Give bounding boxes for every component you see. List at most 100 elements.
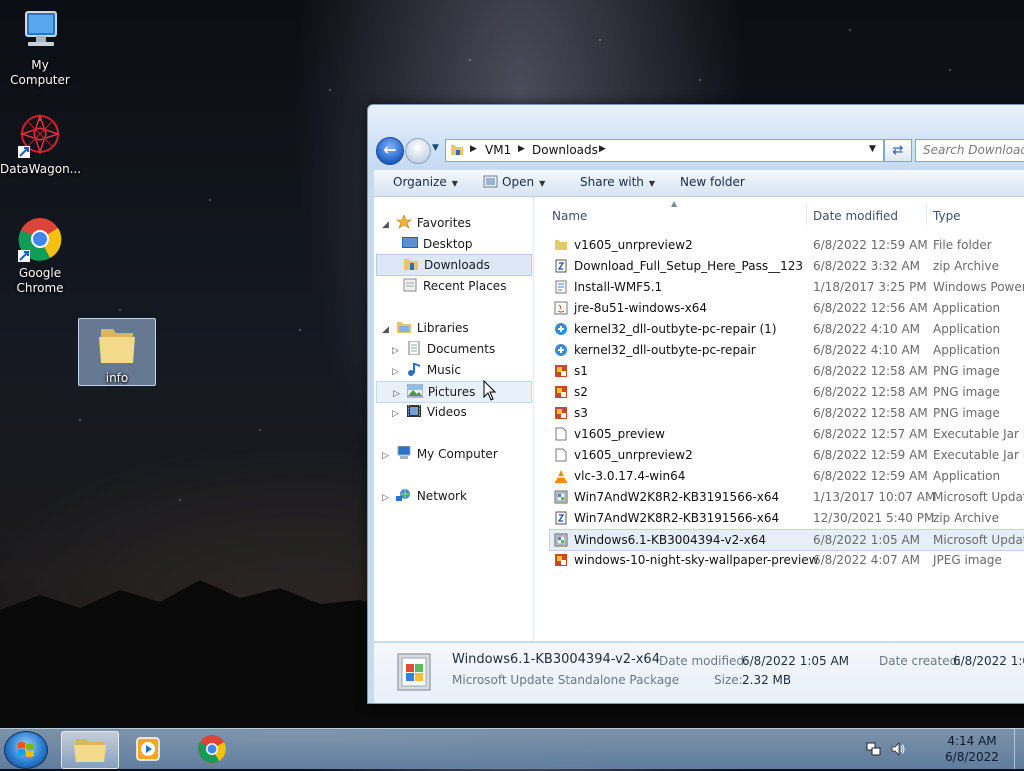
- column-header-date-modified[interactable]: Date modified: [813, 205, 923, 227]
- start-button[interactable]: [4, 731, 48, 769]
- file-type: zip Archive: [933, 259, 999, 273]
- nav-favorites[interactable]: ◢ Favorites: [382, 213, 471, 233]
- file-row[interactable]: s2 6/8/2022 12:58 AM PNG image: [550, 382, 1024, 402]
- file-date-modified: 1/13/2017 10:07 AM: [813, 490, 936, 504]
- expand-icon[interactable]: ▷: [382, 446, 392, 466]
- address-dropdown-icon[interactable]: ▼: [869, 144, 876, 154]
- file-type: zip Archive: [933, 511, 999, 525]
- desktop-icon-label-line2: Chrome: [16, 281, 64, 295]
- file-row[interactable]: vlc-3.0.17.4-win64 6/8/2022 12:59 AM Appli…: [550, 466, 1024, 486]
- file-row[interactable]: kernel32_dll-outbyte-pc-repair 6/8/2022 4…: [550, 340, 1024, 360]
- refresh-button[interactable]: ⇄: [884, 139, 912, 162]
- file-row[interactable]: v1605_unrpreview2 6/8/2022 12:59 AM Execut…: [550, 445, 1024, 465]
- folder-icon: [554, 238, 568, 252]
- file-row[interactable]: s3 6/8/2022 12:58 AM PNG image: [550, 403, 1024, 423]
- taskbar-media-player[interactable]: [121, 731, 177, 767]
- nav-desktop[interactable]: Desktop: [402, 234, 473, 254]
- file-name: v1605_unrpreview2: [574, 238, 693, 252]
- datawagon-logo-icon: [16, 112, 64, 160]
- zip-icon: [554, 259, 568, 273]
- nav-network[interactable]: ▷ Network: [382, 486, 467, 506]
- desktop-icon-info-folder[interactable]: info: [78, 318, 156, 386]
- address-bar[interactable]: ▶ VM1 ▶ Downloads ▶ ▼: [445, 139, 884, 162]
- file-row[interactable]: Install-WMF5.1 1/18/2017 3:25 PM Windows P…: [550, 277, 1024, 297]
- expand-icon[interactable]: ▷: [382, 488, 392, 508]
- file-icon: [554, 427, 568, 441]
- organize-button[interactable]: Organize ▼: [393, 175, 458, 189]
- forward-button[interactable]: [405, 138, 431, 164]
- breadcrumb-separator-icon[interactable]: ▶: [599, 144, 606, 154]
- nav-downloads[interactable]: Downloads: [376, 254, 532, 276]
- share-with-button[interactable]: Share with ▼: [580, 175, 655, 189]
- recent-pages-dropdown[interactable]: ▼: [432, 143, 442, 157]
- file-name: jre-8u51-windows-x64: [574, 301, 708, 315]
- mouse-cursor-icon: [483, 380, 497, 401]
- explorer-window: ← ▼ ▶ VM1 ▶ Downloads ▶ ▼ ⇄ Search Downl…: [367, 104, 1024, 704]
- file-row[interactable]: Win7AndW2K8R2-KB3191566-x64 1/13/2017 10:…: [550, 487, 1024, 507]
- nav-pictures[interactable]: ▷ Pictures: [376, 381, 532, 403]
- file-row[interactable]: s1 6/8/2022 12:58 AM PNG image: [550, 361, 1024, 381]
- desktop-icon-google-chrome[interactable]: Google Chrome: [0, 216, 80, 296]
- open-button[interactable]: Open ▼: [483, 175, 545, 189]
- desktop-icon: [402, 236, 418, 250]
- folder-icon: [93, 321, 141, 369]
- image-icon: [554, 385, 568, 399]
- file-name: s1: [574, 364, 588, 378]
- column-separator[interactable]: [926, 203, 927, 225]
- file-type: PNG image: [933, 385, 1000, 399]
- file-row[interactable]: jre-8u51-windows-x64 6/8/2022 12:56 AM App…: [550, 298, 1024, 318]
- expand-icon[interactable]: ▷: [393, 384, 403, 404]
- breadcrumb-separator-icon[interactable]: ▶: [518, 144, 525, 154]
- nav-label: Libraries: [416, 321, 469, 335]
- nav-my-computer[interactable]: ▷ My Computer: [382, 444, 498, 464]
- nav-videos[interactable]: ▷ Videos: [392, 402, 467, 422]
- file-name: Download_Full_Setup_Here_Pass__123: [574, 259, 804, 273]
- nav-label: Documents: [426, 342, 496, 356]
- collapse-icon[interactable]: ◢: [382, 215, 392, 235]
- nav-libraries[interactable]: ◢ Libraries: [382, 318, 469, 338]
- file-date-modified: 6/8/2022 12:58 AM: [813, 406, 928, 420]
- nav-documents[interactable]: ▷ Documents: [392, 339, 495, 359]
- file-row[interactable]: Windows6.1-KB3004394-v2-x64 6/8/2022 1:05…: [549, 529, 1024, 551]
- collapse-icon[interactable]: ◢: [382, 320, 392, 340]
- system-clock[interactable]: 4:14 AM 6/8/2022: [930, 733, 1014, 765]
- file-name: Win7AndW2K8R2-KB3191566-x64: [574, 490, 780, 504]
- show-desktop-button[interactable]: [1014, 729, 1024, 769]
- volume-icon[interactable]: [890, 741, 906, 757]
- file-row[interactable]: Download_Full_Setup_Here_Pass__123 6/8/20…: [550, 256, 1024, 276]
- breadcrumb-vm1[interactable]: VM1: [485, 143, 511, 157]
- nav-music[interactable]: ▷ Music: [392, 360, 461, 380]
- file-row[interactable]: v1605_preview 6/8/2022 12:57 AM Executable…: [550, 424, 1024, 444]
- column-header-type[interactable]: Type: [933, 205, 1024, 227]
- network-tray-icon[interactable]: [866, 741, 882, 757]
- desktop-icon-my-computer[interactable]: My Computer: [0, 8, 80, 88]
- breadcrumb-separator-icon[interactable]: ▶: [470, 144, 477, 154]
- file-type: PNG image: [933, 364, 1000, 378]
- chevron-down-icon: ▼: [451, 179, 458, 188]
- column-separator[interactable]: [806, 203, 807, 225]
- taskbar-chrome[interactable]: [184, 731, 240, 767]
- file-date-modified: 6/8/2022 3:32 AM: [813, 259, 921, 273]
- desktop-icon-label: My Computer: [10, 58, 70, 87]
- column-header-name[interactable]: Name: [552, 205, 802, 227]
- sort-ascending-icon: ▲: [671, 199, 678, 208]
- breadcrumb-downloads[interactable]: Downloads: [532, 143, 598, 157]
- file-row[interactable]: kernel32_dll-outbyte-pc-repair (1) 6/8/20…: [550, 319, 1024, 339]
- taskbar-explorer[interactable]: [61, 731, 119, 769]
- expand-icon[interactable]: ▷: [392, 341, 402, 361]
- file-row[interactable]: v1605_unrpreview2 6/8/2022 12:59 AM File f…: [550, 235, 1024, 255]
- back-button[interactable]: ←: [376, 137, 404, 165]
- expand-icon[interactable]: ▷: [392, 362, 402, 382]
- file-row[interactable]: windows-10-night-sky-wallpaper-preview 6/…: [550, 550, 1024, 570]
- expand-icon[interactable]: ▷: [392, 404, 402, 424]
- nav-recent-places[interactable]: Recent Places: [402, 276, 506, 296]
- details-date-created: 6/8/2022 1:05: [953, 654, 1024, 668]
- details-date-modified-label: Date modified:: [659, 654, 749, 668]
- zip-icon: [554, 511, 568, 525]
- pictures-icon: [406, 384, 424, 398]
- file-row[interactable]: Win7AndW2K8R2-KB3191566-x64 12/30/2021 5:…: [550, 508, 1024, 528]
- search-input[interactable]: Search Downloads: [915, 139, 1024, 162]
- desktop-icon-datawagon[interactable]: DataWagon...: [0, 112, 81, 177]
- new-folder-button[interactable]: New folder: [680, 175, 745, 189]
- file-name: v1605_preview: [574, 427, 665, 441]
